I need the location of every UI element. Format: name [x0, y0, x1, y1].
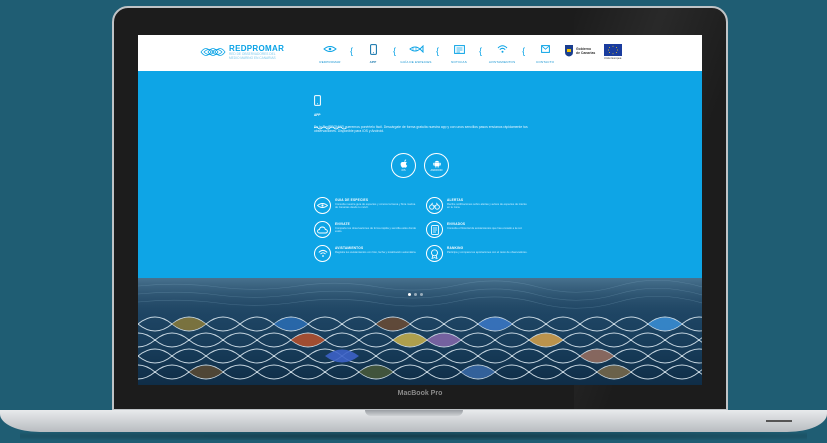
fish-eye-icon: [317, 203, 328, 208]
nav-item-noticias[interactable]: NOTICIAS: [439, 43, 479, 64]
app-intro-text: En la RedPROMAR queremos ponértelo fácil…: [314, 125, 528, 134]
carousel-dots: [408, 293, 423, 296]
laptop-base: [0, 410, 827, 432]
nav-label: APP: [369, 60, 377, 64]
binoculars-icon: [429, 202, 440, 210]
feature-enviados[interactable]: ENVIADOS Consulta el historial de avistam…: [426, 221, 534, 238]
newspaper-icon: [453, 44, 465, 54]
nav-item-avistamientos[interactable]: AVISTAMIENTOS: [482, 43, 522, 64]
fish-eye-icon: [323, 46, 337, 52]
feature-title: ALERTAS: [447, 198, 464, 202]
feature-ranking[interactable]: RANKING Participa y compara tus aportacio…: [426, 245, 534, 262]
mobile-phone-icon: [314, 95, 321, 106]
feature-title: GUIA DE ESPECIES: [335, 198, 369, 202]
feature-title: AVISTAMIENTOS: [335, 246, 364, 250]
cloud-icon: [317, 226, 328, 233]
feature-desc: Registra tus avistamientos con foto, fec…: [335, 251, 417, 254]
document-icon: [430, 224, 439, 235]
wifi-signal-icon: [497, 45, 507, 53]
ios-download-button[interactable]: iOS: [391, 153, 416, 178]
carousel-dot[interactable]: [408, 293, 411, 296]
feature-desc: Consulta el historial de avistamientos q…: [447, 227, 523, 230]
feature-enviate[interactable]: ENVIATE Comparte tus observaciones de for…: [314, 221, 422, 238]
wifi-signal-icon: [317, 249, 328, 257]
android-label: ANDROID: [430, 169, 443, 172]
ios-label: iOS: [401, 169, 406, 172]
app-section: APP En la RedPROMAR queremos ponértelo f…: [138, 71, 702, 278]
eu-flag-icon: [604, 44, 622, 56]
feature-desc: Consulta nuestra guía de especies y cono…: [335, 203, 416, 210]
nav-item-app[interactable]: APP: [353, 43, 393, 64]
carousel-dot[interactable]: [420, 293, 423, 296]
envelope-icon: [540, 45, 550, 53]
nav-item-redpromar[interactable]: REDPROMAR: [310, 43, 350, 64]
eu-caption: Unión Europea: [604, 57, 622, 60]
main-nav: REDPROMAR { APP { GUÍA DE ESPECIES { NOT…: [310, 43, 565, 64]
apple-icon: [400, 159, 407, 168]
laptop-shadow: [20, 432, 807, 440]
android-download-button[interactable]: ANDROID: [424, 153, 449, 178]
redpromar-logo-icon: [200, 48, 226, 56]
feature-avistamientos[interactable]: AVISTAMIENTOS Registra tus avistamientos …: [314, 245, 422, 262]
store-buttons: iOS ANDROID: [391, 153, 449, 178]
ocean-photo-mosaic: [138, 278, 702, 385]
nav-label: AVISTAMIENTOS: [488, 60, 516, 64]
fish-icon: [409, 45, 424, 53]
laptop-base-mark: [766, 420, 792, 422]
feature-alertas[interactable]: ALERTAS Recibe notificaciones sobre alert…: [426, 197, 534, 214]
feature-title: ENVIADOS: [447, 222, 466, 226]
android-icon: [432, 160, 441, 168]
laptop-notch: [365, 410, 463, 416]
medal-icon: [431, 248, 438, 259]
nav-item-contacto[interactable]: CONTACTO: [525, 43, 565, 64]
app-label: APP: [314, 113, 321, 117]
nav-label: CONTACTO: [536, 60, 555, 64]
feature-desc: Recibe notificaciones sobre alertas y av…: [447, 203, 527, 210]
site-logo[interactable]: REDPROMAR RED DE OBSERVADORES DEL MEDIO …: [200, 43, 284, 61]
canarias-crest-icon: [565, 45, 573, 57]
site-header: REDPROMAR RED DE OBSERVADORES DEL MEDIO …: [138, 35, 702, 71]
mobile-phone-icon: [369, 43, 377, 55]
nav-label: NOTICIAS: [451, 60, 467, 64]
laptop-screen: REDPROMAR RED DE OBSERVADORES DEL MEDIO …: [138, 35, 702, 385]
nav-label: REDPROMAR: [319, 60, 341, 64]
feature-title: ENVIATE: [335, 222, 350, 226]
gov-line-2: de Canarias: [576, 50, 596, 55]
eu-logo[interactable]: Unión Europea: [604, 44, 622, 60]
gobierno-canarias-logo[interactable]: Gobierno de Canarias: [564, 44, 595, 57]
carousel-dot[interactable]: [414, 293, 417, 296]
feature-title: RANKING: [447, 246, 464, 250]
feature-desc: Participa y compara tus aportaciones con…: [447, 251, 528, 254]
feature-guia-especies[interactable]: GUIA DE ESPECIES Consulta nuestra guía de…: [314, 197, 422, 214]
nav-item-guia-especies[interactable]: GUÍA DE ESPECIES: [396, 43, 436, 64]
logo-subtitle: RED DE OBSERVADORES DEL MEDIO MARINO EN …: [229, 51, 276, 60]
feature-desc: Comparte tus observaciones de forma rápi…: [335, 227, 416, 234]
nav-label: GUÍA DE ESPECIES: [400, 60, 432, 64]
laptop-model-label: MacBook Pro: [397, 390, 443, 397]
